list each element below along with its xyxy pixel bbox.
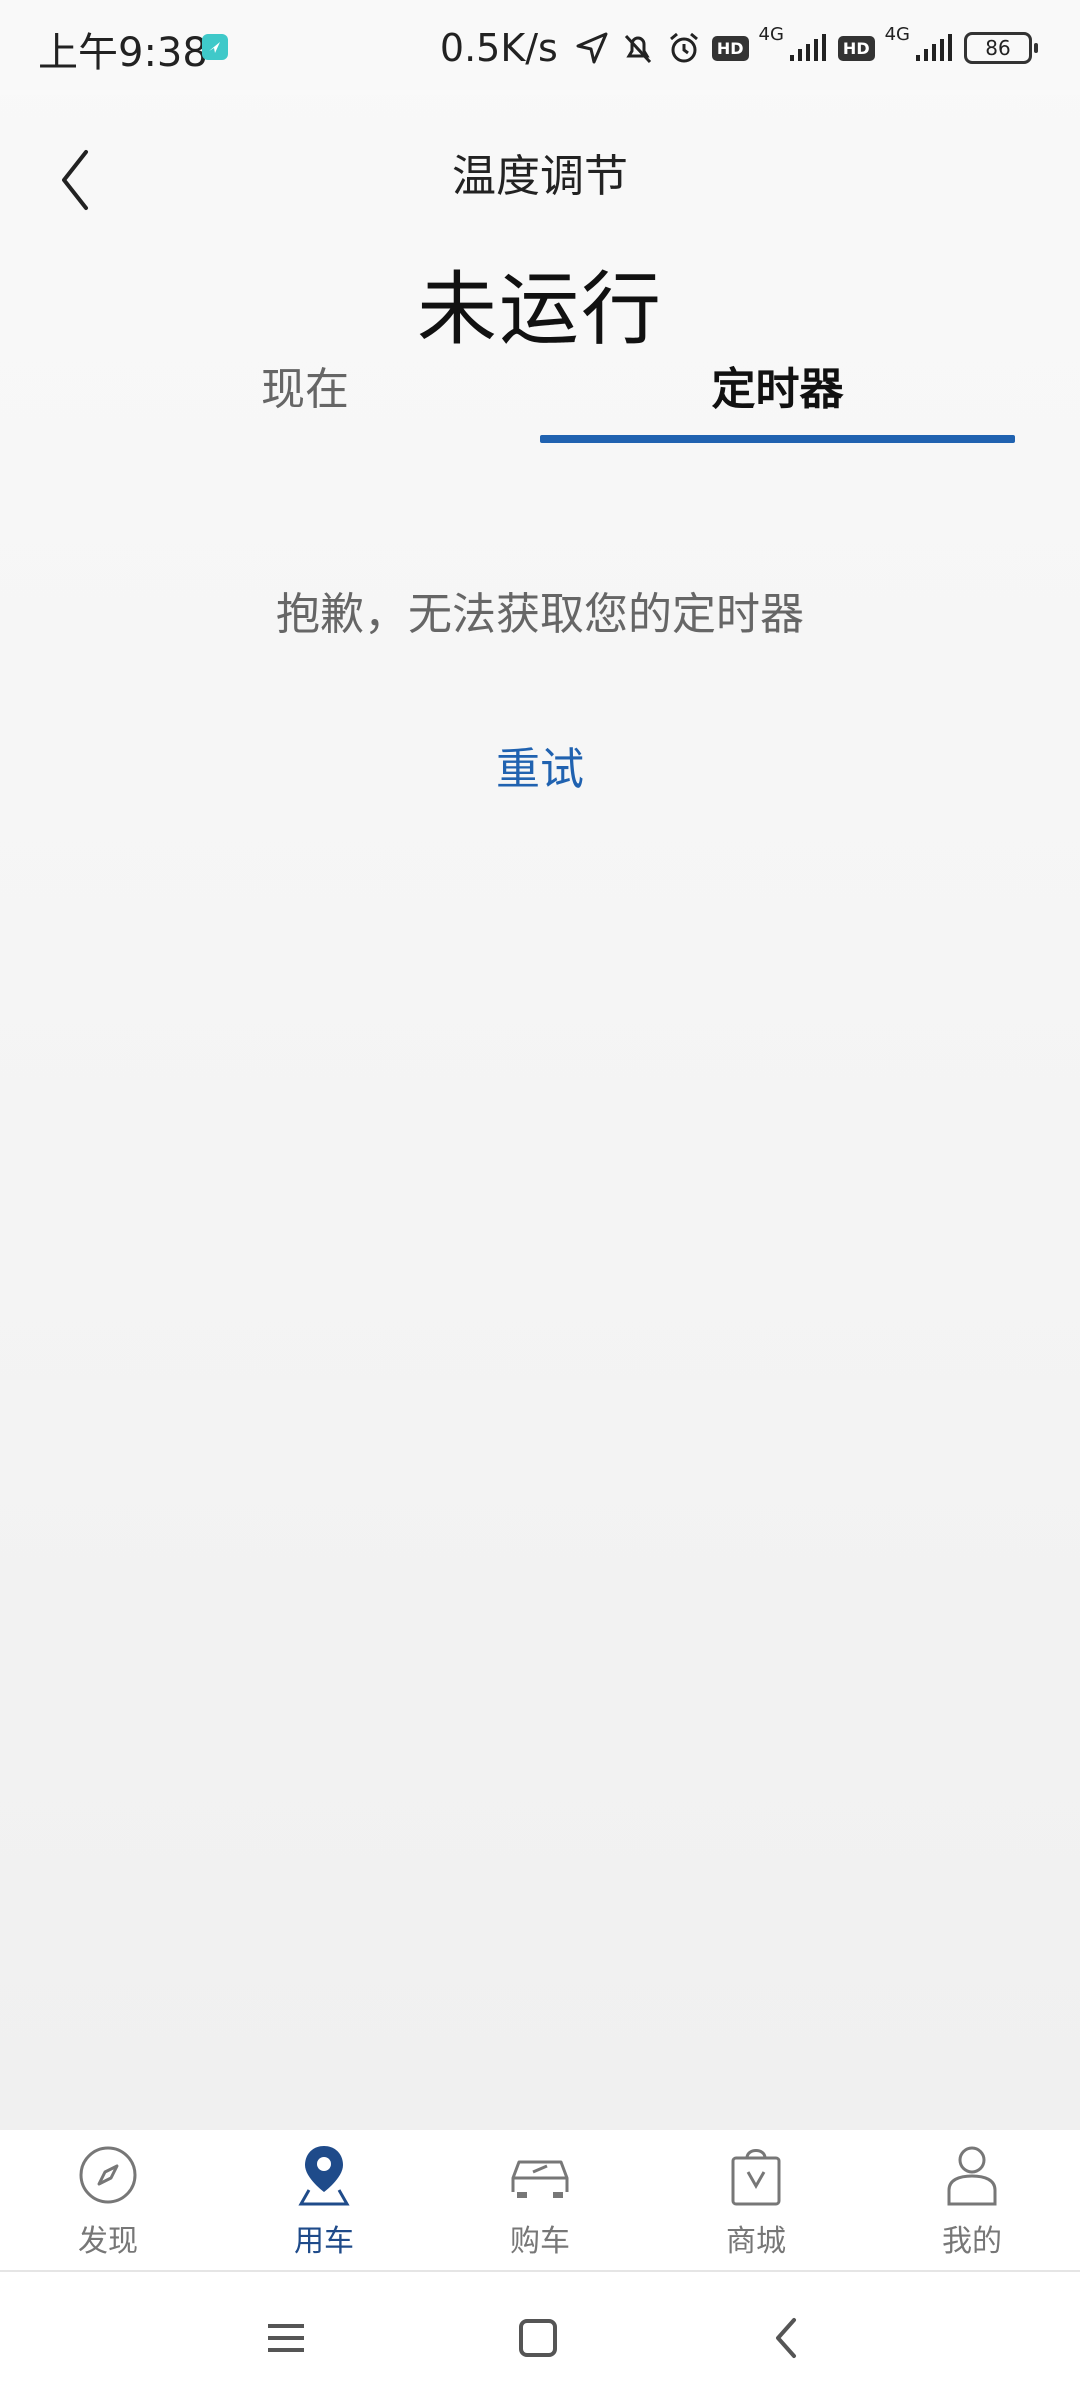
home-square-icon[interactable] xyxy=(508,2308,568,2368)
signal-icon xyxy=(916,34,952,61)
location-icon xyxy=(576,32,608,64)
system-nav-bar xyxy=(0,2272,1080,2400)
tab-bar: 现在 定时器 xyxy=(0,355,1080,455)
battery-indicator: 86 xyxy=(964,32,1038,64)
network-type: 4G xyxy=(884,23,910,45)
nav-label-mall: 商城 xyxy=(726,2224,786,2259)
compass-icon xyxy=(79,2146,137,2204)
bottom-nav: 发现 用车 购车 商城 我的 xyxy=(0,2130,1080,2272)
running-status: 未运行 xyxy=(417,263,663,356)
bell-muted-icon xyxy=(624,34,651,64)
app-notification-icon xyxy=(202,34,228,60)
header: 温度调节 xyxy=(0,110,1080,230)
shopping-bag-icon xyxy=(731,2149,781,2206)
signal-icon xyxy=(789,34,826,61)
status-time: 上午9:38 xyxy=(38,30,208,76)
alarm-icon xyxy=(669,32,698,63)
nav-item-car-use[interactable]: 用车 xyxy=(216,2140,432,2270)
tab-now[interactable]: 现在 xyxy=(150,355,460,445)
network-type: 4G xyxy=(758,23,784,45)
nav-label-discover: 发现 xyxy=(78,2224,138,2259)
hd-badge: HD xyxy=(711,35,749,61)
page-title: 温度调节 xyxy=(452,151,628,202)
status-indicators: 0.5K/s HD 4G HD 4G 86 xyxy=(439,20,1038,76)
back-triangle-icon[interactable] xyxy=(758,2308,818,2368)
status-bar: 上午9:38 0.5K/s HD 4G HD 4G 86 xyxy=(0,0,1080,95)
error-message: 抱歉，无法获取您的定时器 xyxy=(276,589,804,640)
nav-label-mine: 我的 xyxy=(942,2224,1002,2259)
network-speed: 0.5K/s xyxy=(439,26,558,70)
nav-item-discover[interactable]: 发现 xyxy=(0,2140,216,2270)
tab-timer[interactable]: 定时器 xyxy=(540,355,1015,445)
menu-icon[interactable] xyxy=(256,2308,316,2368)
person-icon xyxy=(947,2146,997,2206)
nav-item-buy-car[interactable]: 购车 xyxy=(432,2140,648,2270)
nav-item-mine[interactable]: 我的 xyxy=(864,2140,1080,2270)
nav-label-car-use: 用车 xyxy=(294,2224,354,2259)
car-icon xyxy=(511,2160,569,2198)
nav-label-buy-car: 购车 xyxy=(510,2224,570,2259)
nav-item-mall[interactable]: 商城 xyxy=(648,2140,864,2270)
hd-badge: HD xyxy=(837,35,875,61)
location-pin-icon xyxy=(298,2146,350,2206)
tab-active-indicator xyxy=(540,435,1015,443)
retry-button[interactable]: 重试 xyxy=(440,735,640,805)
